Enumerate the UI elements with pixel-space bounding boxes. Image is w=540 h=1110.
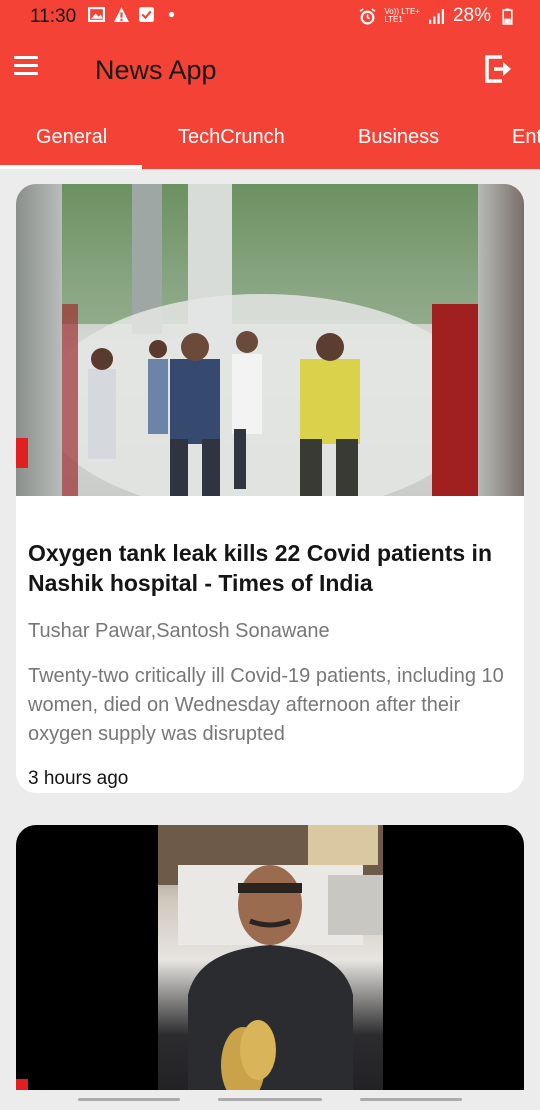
article-photo — [158, 825, 383, 1110]
image-blur-right — [478, 184, 524, 496]
hamburger-menu-icon[interactable] — [14, 56, 40, 82]
dot-icon — [168, 11, 175, 18]
tab-techcrunch[interactable]: TechCrunch — [178, 126, 285, 149]
tab-business[interactable]: Business — [358, 126, 439, 149]
checkbox-icon — [139, 7, 154, 22]
gesture-nav-bar — [0, 1090, 540, 1110]
network-bottom: LTE1 — [384, 15, 403, 24]
channel-tag — [16, 438, 28, 468]
article-description: Twenty-two critically ill Covid-19 patie… — [28, 665, 504, 745]
app-bar: News App — [0, 33, 540, 108]
notification-icons — [88, 6, 180, 23]
status-bar: 11:30 Vo)) LTE+ LTE1 28% — [0, 0, 540, 33]
logout-icon[interactable] — [482, 52, 516, 86]
news-card[interactable] — [16, 825, 524, 1110]
article-photo — [62, 184, 478, 496]
nav-gesture-left[interactable] — [78, 1098, 180, 1101]
article-image — [16, 184, 524, 496]
warning-icon — [114, 7, 129, 22]
photo-scene — [62, 184, 478, 496]
nav-gesture-home[interactable] — [218, 1098, 322, 1101]
tab-general[interactable]: General — [36, 126, 107, 149]
gallery-icon — [88, 7, 105, 22]
system-icons: Vo)) LTE+ LTE1 28% — [359, 5, 516, 27]
tab-indicator — [0, 165, 142, 169]
battery-icon — [502, 8, 513, 25]
photo-portrait — [158, 825, 383, 1110]
app-title: News App — [95, 55, 217, 85]
news-card[interactable]: Oxygen tank leak kills 22 Covid patients… — [16, 184, 524, 793]
network-status: Vo)) LTE+ LTE1 — [384, 8, 420, 24]
status-time: 11:30 — [30, 6, 77, 27]
article-time: 3 hours ago — [28, 768, 129, 789]
article-author: Tushar Pawar,Santosh Sonawane — [28, 620, 330, 642]
category-tabs: General TechCrunch Business Ent — [0, 108, 540, 169]
tab-entertainment[interactable]: Ent — [512, 126, 540, 149]
nav-gesture-right[interactable] — [360, 1098, 462, 1101]
alarm-icon — [359, 7, 376, 24]
article-image — [16, 825, 524, 1110]
article-title: Oxygen tank leak kills 22 Covid patients… — [28, 540, 492, 596]
signal-icon — [429, 8, 444, 24]
battery-percent: 28% — [452, 5, 491, 26]
